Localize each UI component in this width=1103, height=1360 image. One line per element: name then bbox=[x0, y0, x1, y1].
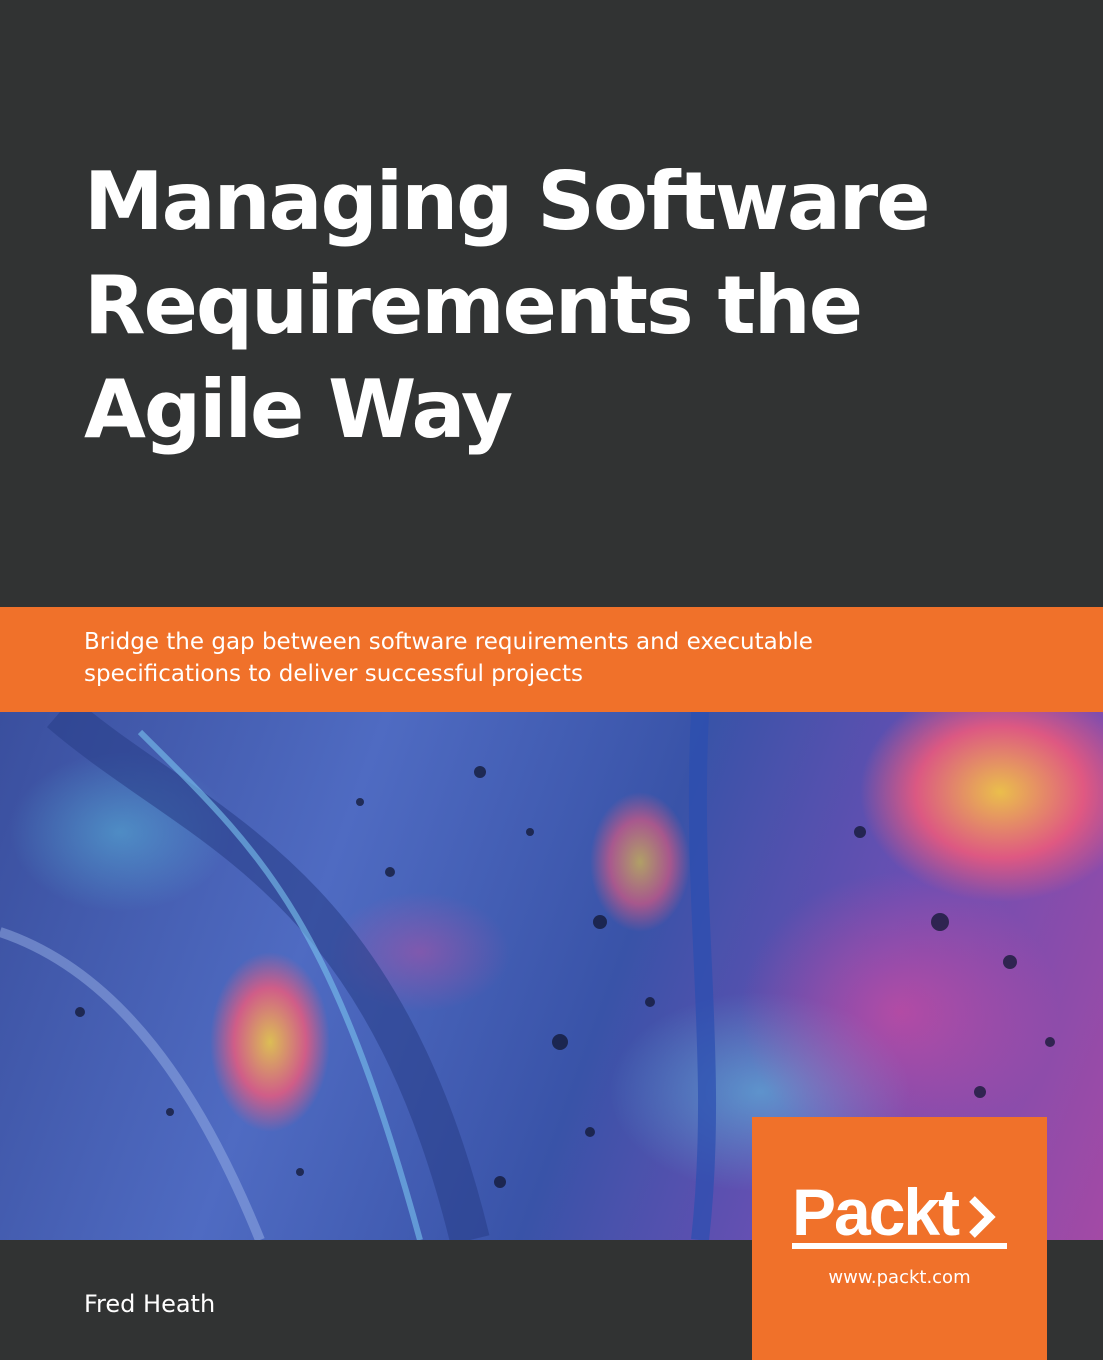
book-cover: Managing Software Requirements the Agile… bbox=[0, 0, 1103, 1360]
publisher-url: www.packt.com bbox=[828, 1267, 971, 1288]
title-line-1: Managing Software bbox=[84, 155, 931, 248]
author-name: Fred Heath bbox=[84, 1290, 216, 1318]
packt-logo-text: Packt bbox=[792, 1177, 960, 1249]
book-title: Managing Software Requirements the Agile… bbox=[84, 150, 1084, 462]
publisher-logo-box: Packt www.packt.com bbox=[752, 1117, 1047, 1360]
chevron-right-icon bbox=[969, 1196, 996, 1238]
logo-underline bbox=[792, 1243, 1007, 1249]
book-subtitle: Bridge the gap between software requirem… bbox=[84, 626, 1084, 690]
title-line-2: Requirements the bbox=[84, 259, 863, 352]
subtitle-line-2: specifications to deliver successful pro… bbox=[84, 661, 583, 687]
packt-logo-icon: Packt bbox=[792, 1177, 1007, 1249]
title-panel: Managing Software Requirements the Agile… bbox=[0, 0, 1103, 607]
title-line-3: Agile Way bbox=[84, 363, 513, 456]
subtitle-line-1: Bridge the gap between software requirem… bbox=[84, 629, 813, 655]
